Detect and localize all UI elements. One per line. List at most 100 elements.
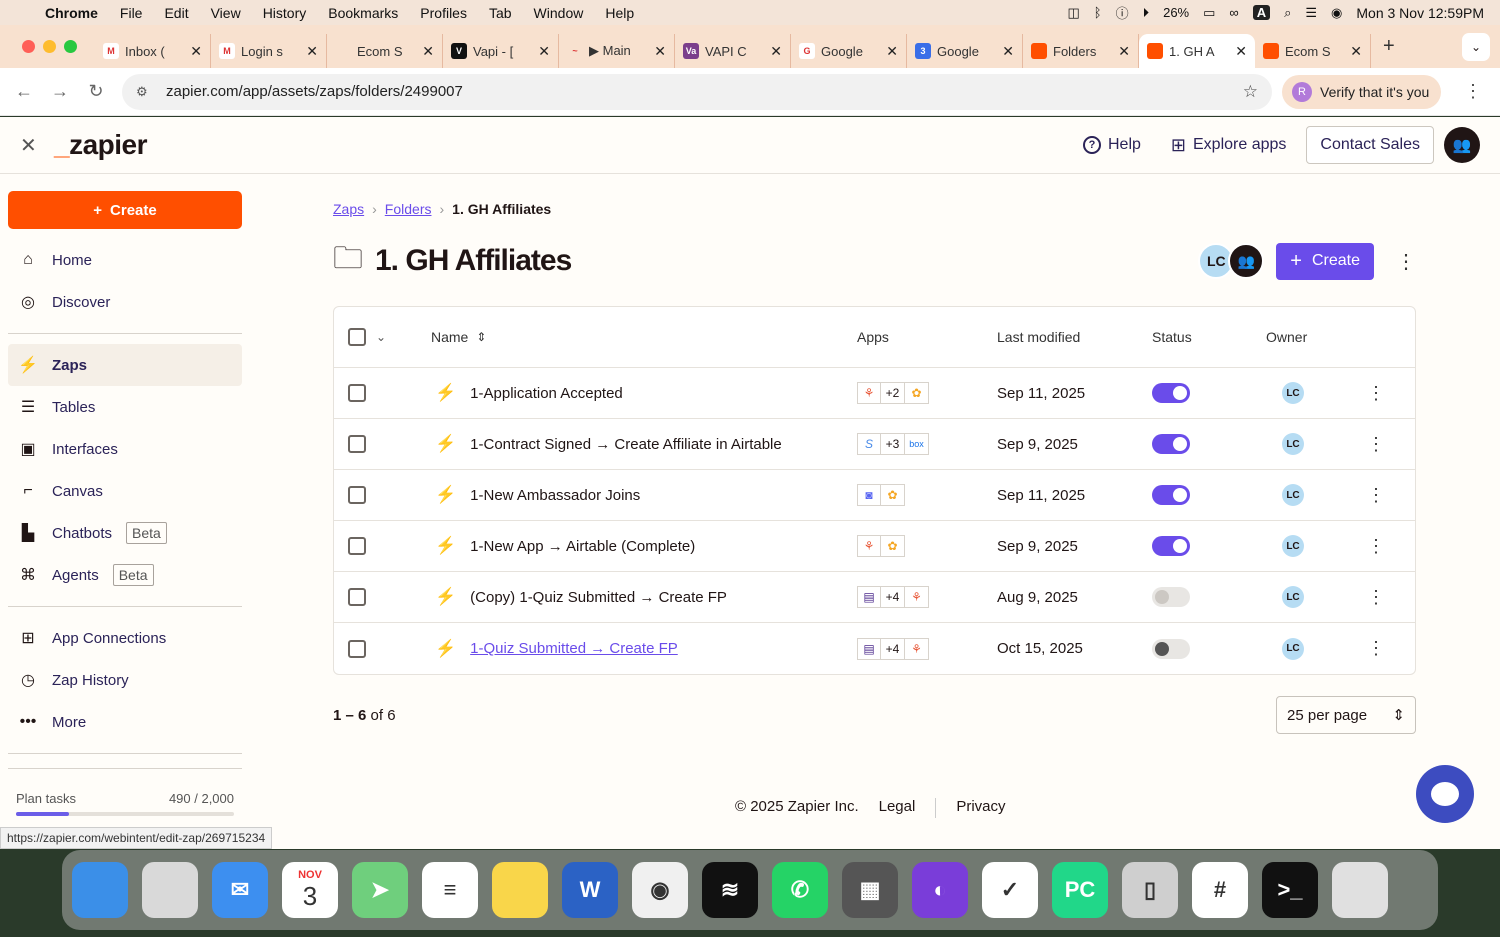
new-tab-button[interactable]: + bbox=[1371, 35, 1407, 58]
browser-tab[interactable]: M Login s ✕ bbox=[211, 34, 327, 68]
link-icon[interactable]: ∞ bbox=[1229, 5, 1238, 20]
dock-spotify-icon[interactable]: ≋ bbox=[702, 862, 758, 918]
menu-bookmarks[interactable]: Bookmarks bbox=[317, 5, 409, 21]
zap-name[interactable]: 1-Contract Signed → Create Affiliate in … bbox=[470, 436, 782, 453]
close-tab-icon[interactable]: ✕ bbox=[1350, 43, 1362, 60]
sidebar-item-canvas[interactable]: ⌐ Canvas bbox=[8, 470, 242, 512]
bookmark-star-icon[interactable]: ☆ bbox=[1243, 82, 1258, 102]
sidebar-item-app-connections[interactable]: ⊞ App Connections bbox=[8, 617, 242, 659]
browser-tab[interactable]: Va VAPI C ✕ bbox=[675, 34, 791, 68]
dock-firefox-icon[interactable]: ◐ bbox=[912, 862, 968, 918]
dock-trash-icon[interactable] bbox=[1332, 862, 1388, 918]
sidebar-item-tables[interactable]: ☰ Tables bbox=[8, 386, 242, 428]
browser-tab[interactable]: G Google ✕ bbox=[791, 34, 907, 68]
menu-help[interactable]: Help bbox=[594, 5, 645, 21]
folder-more-icon[interactable]: ⋮ bbox=[1396, 249, 1416, 274]
minimize-window-button[interactable] bbox=[43, 40, 56, 53]
legal-link[interactable]: Legal bbox=[879, 798, 916, 818]
back-button[interactable]: ← bbox=[6, 81, 42, 102]
privacy-link[interactable]: Privacy bbox=[956, 798, 1005, 818]
dock-finder-icon[interactable] bbox=[72, 862, 128, 918]
chevron-down-icon[interactable]: ⌄ bbox=[376, 330, 386, 344]
row-checkbox[interactable] bbox=[348, 435, 366, 453]
dock-maps-icon[interactable]: ➤ bbox=[352, 862, 408, 918]
sort-icon[interactable]: ⇕ bbox=[476, 330, 486, 344]
browser-tab[interactable]: ~ ▶ Main ✕ bbox=[559, 34, 675, 68]
media-play-icon[interactable]: ⏵ bbox=[1143, 5, 1150, 21]
status-toggle[interactable] bbox=[1152, 536, 1190, 556]
browser-tab[interactable]: V Vapi - [✕ bbox=[443, 34, 559, 68]
control-center-icon[interactable]: ☰ bbox=[1305, 5, 1317, 21]
menu-edit[interactable]: Edit bbox=[153, 5, 199, 21]
owner-avatar[interactable]: LC bbox=[1282, 433, 1304, 455]
dock-reminders-icon[interactable]: ≡ bbox=[422, 862, 478, 918]
status-toggle[interactable] bbox=[1152, 383, 1190, 403]
menu-file[interactable]: File bbox=[109, 5, 154, 21]
row-more-icon[interactable]: ⋮ bbox=[1356, 383, 1396, 404]
select-all-checkbox[interactable] bbox=[348, 328, 366, 346]
spotlight-icon[interactable]: ⌕ bbox=[1284, 5, 1291, 21]
close-tab-icon[interactable]: ✕ bbox=[654, 43, 666, 60]
browser-tab[interactable]: M Inbox (✕ bbox=[95, 34, 211, 68]
split-view-icon[interactable]: ◫ bbox=[1067, 5, 1079, 21]
close-tab-icon[interactable]: ✕ bbox=[1235, 43, 1247, 60]
close-tab-icon[interactable]: ✕ bbox=[1118, 43, 1130, 60]
menu-view[interactable]: View bbox=[200, 5, 252, 21]
dock-chrome-icon[interactable]: ◉ bbox=[632, 862, 688, 918]
name-column-header[interactable]: Name ⇕ bbox=[431, 329, 857, 345]
zap-name[interactable]: 1-New Ambassador Joins bbox=[470, 487, 640, 504]
row-more-icon[interactable]: ⋮ bbox=[1356, 536, 1396, 557]
row-more-icon[interactable]: ⋮ bbox=[1356, 638, 1396, 659]
zap-name[interactable]: 1-Quiz Submitted → Create FP bbox=[470, 640, 678, 657]
table-row[interactable]: ⚡ 1-Quiz Submitted → Create FP ▤ +4 ⚘ Oct 15,… bbox=[334, 623, 1415, 674]
close-tab-icon[interactable]: ✕ bbox=[538, 43, 550, 60]
contact-sales-button[interactable]: Contact Sales bbox=[1306, 126, 1434, 164]
close-tab-icon[interactable]: ✕ bbox=[770, 43, 782, 60]
sidebar-item-zaps[interactable]: ⚡ Zaps bbox=[8, 344, 242, 386]
reload-button[interactable]: ↻ bbox=[78, 81, 114, 102]
table-row[interactable]: ⚡ 1-Contract Signed → Create Affiliate in… bbox=[334, 419, 1415, 470]
table-row[interactable]: ⚡ 1-New Ambassador Joins ◙ ✿ Sep 11, 2025 LC ⋮ bbox=[334, 470, 1415, 521]
status-toggle[interactable] bbox=[1152, 485, 1190, 505]
dock-ticktick-icon[interactable]: ✓ bbox=[982, 862, 1038, 918]
bluetooth-icon[interactable]: ᛒ bbox=[1094, 5, 1102, 20]
menu-window[interactable]: Window bbox=[523, 5, 595, 21]
browser-tab[interactable]: Ecom S ✕ bbox=[1255, 34, 1371, 68]
dock-whatsapp-icon[interactable]: ✆ bbox=[772, 862, 828, 918]
url-text[interactable]: zapier.com/app/assets/zaps/folders/24990… bbox=[166, 83, 463, 100]
row-checkbox[interactable] bbox=[348, 486, 366, 504]
dock-calculator-icon[interactable]: ▦ bbox=[842, 862, 898, 918]
owner-avatar[interactable]: LC bbox=[1282, 484, 1304, 506]
dock-pycharm-icon[interactable]: PC bbox=[1052, 862, 1108, 918]
menu-profiles[interactable]: Profiles bbox=[409, 5, 478, 21]
sidebar-item-more[interactable]: ••• More bbox=[8, 701, 242, 743]
sidebar-item-home[interactable]: ⌂ Home bbox=[8, 239, 242, 281]
menu-tab[interactable]: Tab bbox=[478, 5, 523, 21]
browser-tab[interactable]: 3 Google ✕ bbox=[907, 34, 1023, 68]
zap-name[interactable]: (Copy) 1-Quiz Submitted → Create FP bbox=[470, 589, 727, 606]
close-icon[interactable]: ✕ bbox=[20, 133, 50, 158]
zoom-window-button[interactable] bbox=[64, 40, 77, 53]
browser-menu-icon[interactable]: ⋮ bbox=[1464, 81, 1482, 102]
zapier-logo[interactable]: _zapier bbox=[54, 129, 148, 161]
accessibility-icon[interactable]: ⓘ bbox=[1116, 3, 1129, 22]
address-bar[interactable]: ⚙ zapier.com/app/assets/zaps/folders/249… bbox=[122, 73, 1272, 110]
table-row[interactable]: ⚡ 1-New App → Airtable (Complete) ⚘ ✿ Sep 9,… bbox=[334, 521, 1415, 572]
sidebar-item-zap-history[interactable]: ◷ Zap History bbox=[8, 659, 242, 701]
row-checkbox[interactable] bbox=[348, 537, 366, 555]
row-more-icon[interactable]: ⋮ bbox=[1356, 434, 1396, 455]
menu-clock[interactable]: Mon 3 Nov 12:59PM bbox=[1356, 5, 1484, 21]
sidebar-item-interfaces[interactable]: ▣ Interfaces bbox=[8, 428, 242, 470]
row-more-icon[interactable]: ⋮ bbox=[1356, 485, 1396, 506]
forward-button[interactable]: → bbox=[42, 81, 78, 102]
close-tab-icon[interactable]: ✕ bbox=[886, 43, 898, 60]
dock-word-icon[interactable]: W bbox=[562, 862, 618, 918]
dock-notes-icon[interactable] bbox=[492, 862, 548, 918]
explore-apps-link[interactable]: ⊞ Explore apps bbox=[1161, 135, 1296, 156]
zap-name[interactable]: 1-New App → Airtable (Complete) bbox=[470, 538, 695, 555]
site-info-icon[interactable]: ⚙ bbox=[136, 84, 156, 100]
browser-tab[interactable]: 1. GH A ✕ bbox=[1139, 34, 1255, 68]
create-button[interactable]: + Create bbox=[1276, 242, 1374, 280]
close-window-button[interactable] bbox=[22, 40, 35, 53]
zap-name[interactable]: 1-Application Accepted bbox=[470, 385, 623, 402]
